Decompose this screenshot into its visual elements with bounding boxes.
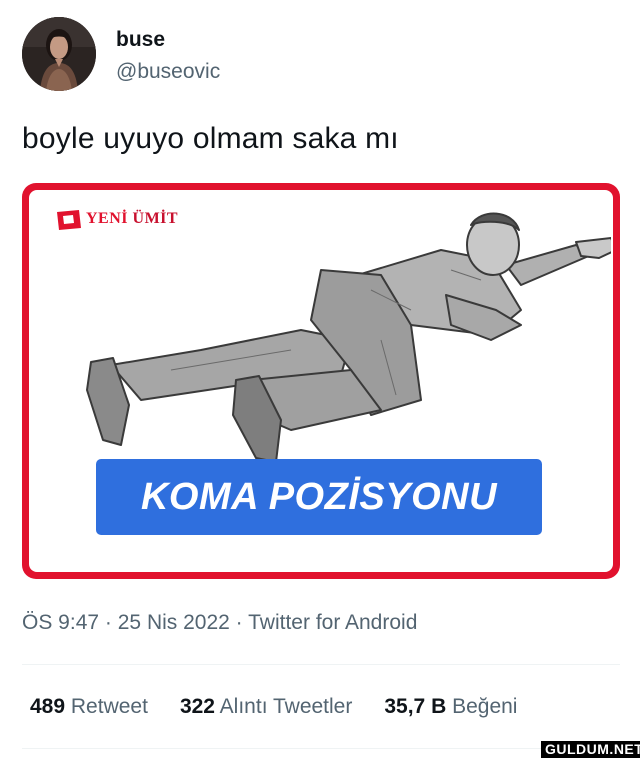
engagement-stats: 489 Retweet 322 Alıntı Tweetler 35,7 B B… [30, 695, 549, 719]
tweet-text: boyle uyuyo olmam saka mı [22, 122, 399, 155]
site-watermark: GULDUM.NET [541, 741, 640, 758]
author-handle[interactable]: @buseovic [116, 60, 220, 84]
divider [22, 748, 620, 749]
likes-stat[interactable]: 35,7 B Beğeni [384, 695, 517, 719]
retweet-stat[interactable]: 489 Retweet [30, 695, 148, 719]
likes-count: 35,7 B [384, 695, 447, 718]
avatar-photo [22, 17, 96, 91]
tweet-time[interactable]: ÖS 9:47 [22, 611, 99, 634]
tweet-media[interactable]: YENİ ÜMİT KOMA POZİSYONU [22, 183, 620, 579]
tweet-date[interactable]: 25 Nis 2022 [118, 611, 230, 634]
quote-tweets-stat[interactable]: 322 Alıntı Tweetler [180, 695, 352, 719]
meta-separator: · [235, 611, 243, 634]
quote-tweets-count: 322 [179, 695, 215, 718]
tweet-meta: ÖS 9:47 · 25 Nis 2022 · Twitter for Andr… [22, 611, 417, 635]
recovery-position-illustration [86, 212, 611, 463]
media-image: YENİ ÜMİT KOMA POZİSYONU [29, 190, 613, 572]
tweet-source[interactable]: Twitter for Android [248, 611, 417, 634]
retweet-count: 489 [30, 695, 66, 718]
divider [22, 664, 620, 665]
quote-tweets-label: Alıntı Tweetler [219, 695, 353, 718]
meta-separator: · [104, 611, 112, 634]
banner-text: KOMA POZİSYONU [140, 475, 498, 518]
likes-label: Beğeni [452, 695, 518, 718]
author-display-name[interactable]: buse [116, 28, 165, 52]
avatar[interactable] [22, 17, 96, 91]
retweet-label: Retweet [70, 695, 148, 718]
koma-pozisyonu-banner: KOMA POZİSYONU [96, 459, 542, 535]
